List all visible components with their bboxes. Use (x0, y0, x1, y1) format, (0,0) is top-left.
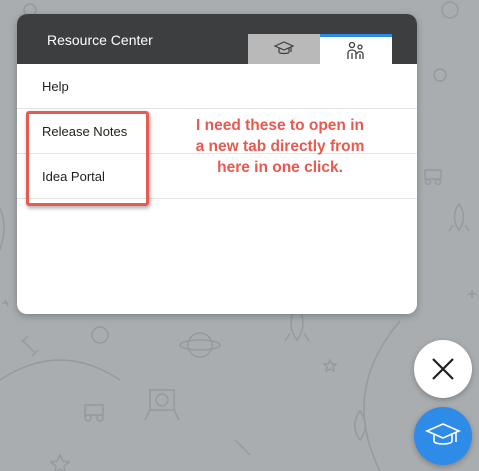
close-button[interactable] (414, 340, 472, 398)
close-icon (432, 358, 454, 380)
panel-header: Resource Center (17, 14, 417, 64)
annotation-line: a new tab directly from (195, 138, 365, 155)
graduation-cap-icon (425, 423, 461, 445)
annotation-text: I need these to open in a new tab direct… (170, 115, 390, 178)
people-icon (347, 41, 364, 59)
tab-people[interactable] (320, 34, 392, 64)
tab-learn[interactable] (248, 34, 320, 64)
resource-center-launcher-button[interactable] (414, 407, 472, 465)
menu-item-label: Help (42, 78, 69, 94)
annotation-highlight-box (26, 111, 149, 206)
panel-title: Resource Center (47, 32, 153, 48)
annotation-line: here in one click. (217, 159, 343, 176)
graduation-cap-icon (274, 41, 294, 55)
menu-item-help[interactable]: Help (17, 64, 417, 109)
annotation-line: I need these to open in (196, 117, 364, 134)
